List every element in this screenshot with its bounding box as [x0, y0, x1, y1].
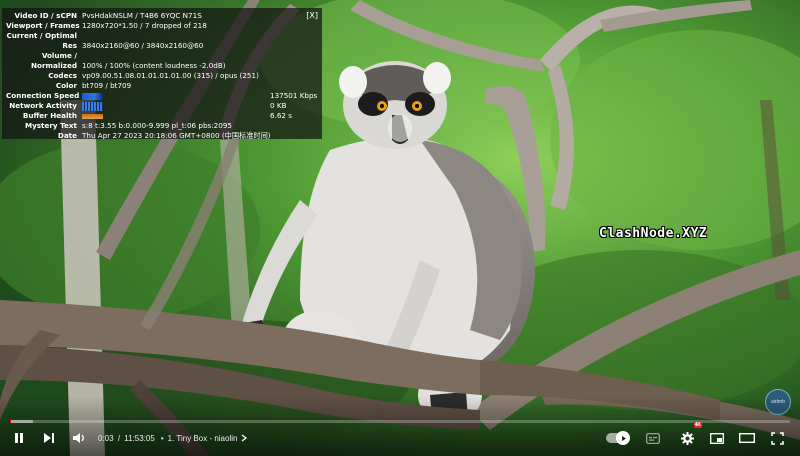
stats-label: Date — [57, 131, 77, 140]
stats-row: Viewport / Frames 1280x720*1.50 / 7 dropp… — [6, 21, 318, 31]
stats-value: 6.62 s — [82, 111, 318, 121]
stats-row: Volume / — [6, 51, 318, 61]
stats-value: 0 KB — [82, 101, 318, 111]
stats-label: Normalized — [31, 61, 77, 70]
stats-value: PvsHdakNSLM / T4B6 6YQC N71S — [82, 11, 202, 20]
stats-for-nerds-panel: [X] Video ID / sCPN PvsHdakNSLM / T4B6 6Y… — [2, 8, 322, 141]
stats-value — [82, 51, 318, 61]
stats-value: Thu Apr 27 2023 20:18:06 GMT+0800 (中国标准时… — [82, 131, 271, 140]
stats-label: Codecs — [48, 71, 77, 80]
stats-row: Connection Speed 137501 Kbps — [6, 91, 318, 101]
stats-value: 137501 Kbps — [82, 91, 318, 101]
theater-icon — [739, 433, 755, 443]
stats-row: Buffer Health 6.62 s — [6, 111, 318, 121]
stats-label: Mystery Text — [24, 121, 77, 130]
stats-value: bt709 / bt709 — [82, 81, 132, 90]
stats-row: Network Activity 0 KB — [6, 101, 318, 111]
stats-label: Video ID / sCPN — [14, 11, 77, 20]
buffer-health-value: 6.62 s — [270, 111, 293, 120]
stats-value: 3840x2160@60 / 3840x2160@60 — [82, 41, 204, 50]
next-button[interactable] — [40, 425, 58, 451]
connection-speed-value: 137501 Kbps — [270, 91, 318, 100]
stats-row: Res 3840x2160@60 / 3840x2160@60 — [6, 41, 318, 51]
chapter-button[interactable]: • 1. Tiny Box - niaolin — [161, 434, 249, 443]
stats-label: Network Activity — [9, 101, 77, 110]
quality-badge: 4K — [693, 422, 702, 428]
progress-loaded — [10, 420, 34, 423]
subtitles-icon — [646, 432, 660, 444]
stats-row: Date Thu Apr 27 2023 20:18:06 GMT+0800 (… — [6, 131, 318, 141]
stats-row: Codecs vp09.00.51.08.01.01.01.01.00 (315)… — [6, 71, 318, 81]
stats-value: vp09.00.51.08.01.01.01.01.00 (315) / opu… — [82, 71, 259, 80]
stats-row: Mystery Text s:8 t:3.55 b:0.000-9.999 pl… — [6, 121, 318, 131]
stats-label: Connection Speed — [6, 91, 80, 100]
stats-row: Current / Optimal — [6, 31, 318, 41]
video-player[interactable]: [X] Video ID / sCPN PvsHdakNSLM / T4B6 6Y… — [0, 0, 800, 456]
stats-value: s:8 t:3.55 b:0.000-9.999 pl_t:06 pbs:209… — [82, 121, 232, 130]
settings-button[interactable]: 4K — [676, 422, 702, 451]
time-separator: / — [117, 433, 121, 443]
chapter-bullet: • — [160, 433, 164, 443]
stats-label: Buffer Health — [22, 111, 77, 120]
watermark-text: ClashNode.XYZ — [599, 226, 708, 241]
miniplayer-icon — [710, 432, 724, 444]
subtitles-button[interactable] — [642, 425, 664, 451]
miniplayer-button[interactable] — [706, 425, 728, 451]
autoplay-knob — [616, 431, 630, 445]
stats-label: Res — [62, 41, 77, 50]
stats-label: Color — [55, 81, 77, 90]
stats-row: Color bt709 / bt709 — [6, 81, 318, 91]
chevron-right-icon — [242, 434, 248, 442]
pause-icon — [15, 433, 23, 443]
stats-value: 1280x720*1.50 / 7 dropped of 218 — [82, 21, 207, 30]
player-controls: 0:03 / 11:53:05 • 1. Tiny Box - niaolin — [0, 422, 800, 451]
stats-close-button[interactable]: [X] — [306, 11, 318, 21]
stats-value: 100% / 100% (content loudness -2.0dB) — [82, 61, 226, 70]
play-icon — [621, 435, 626, 441]
stats-row: Normalized 100% / 100% (content loudness … — [6, 61, 318, 71]
volume-icon — [73, 433, 84, 443]
time-current: 0:03 — [98, 433, 114, 443]
progress-bar[interactable] — [10, 420, 790, 423]
time-total: 11:53:05 — [124, 433, 155, 443]
mute-button[interactable] — [70, 425, 88, 451]
fullscreen-icon — [770, 431, 784, 445]
chapter-title: 1. Tiny Box - niaolin — [167, 433, 238, 443]
autoplay-toggle[interactable] — [606, 431, 630, 445]
stats-label: Volume / — [41, 51, 77, 60]
next-icon — [44, 433, 54, 443]
theater-mode-button[interactable] — [736, 425, 758, 451]
connection-speed-graph — [82, 92, 103, 100]
stats-label: Viewport / Frames — [6, 21, 80, 30]
time-display: 0:03 / 11:53:05 — [98, 434, 155, 443]
buffer-health-graph — [82, 113, 103, 119]
fullscreen-button[interactable] — [766, 425, 788, 451]
gear-icon — [680, 431, 694, 445]
stats-value — [82, 31, 318, 41]
network-activity-graph — [82, 101, 103, 111]
network-activity-value: 0 KB — [270, 101, 287, 110]
pause-button[interactable] — [10, 425, 28, 451]
stats-row: Video ID / sCPN PvsHdakNSLM / T4B6 6YQC N… — [6, 11, 318, 21]
stats-label: Current / Optimal — [6, 31, 78, 40]
